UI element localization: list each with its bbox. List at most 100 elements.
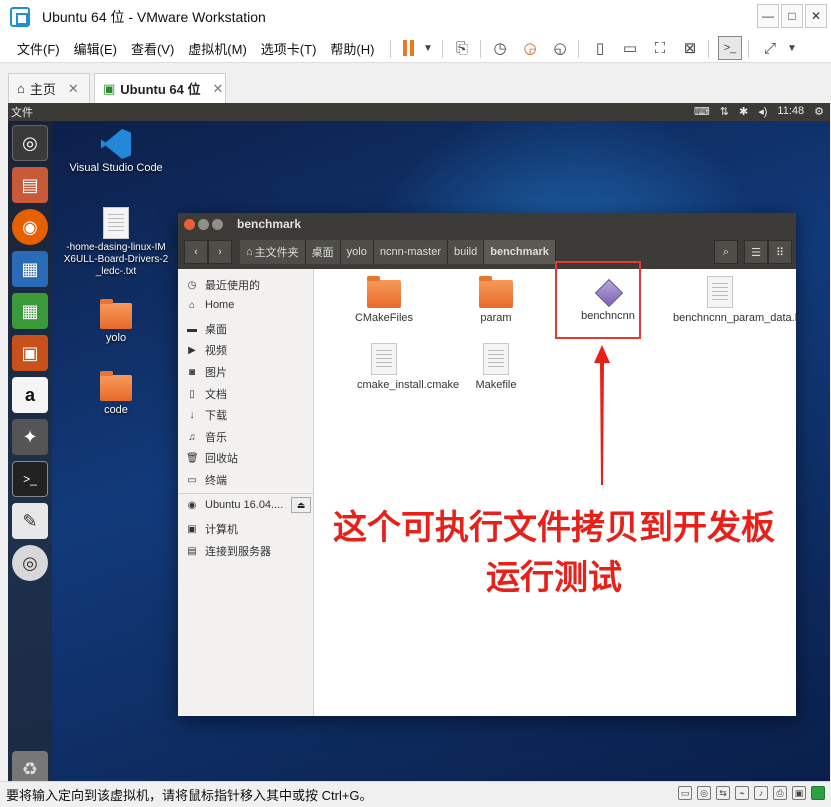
- menu-file[interactable]: 文件(F): [17, 39, 60, 58]
- unity-mode-icon[interactable]: ⊠: [678, 36, 702, 60]
- sidebar-item-documents[interactable]: ▯ 文档: [186, 386, 310, 402]
- send-ctrl-alt-del-icon[interactable]: ⎘: [450, 36, 474, 60]
- menu-edit[interactable]: 编辑(E): [74, 39, 117, 58]
- breadcrumb-current[interactable]: benchmark: [484, 240, 556, 264]
- pause-dropdown-icon[interactable]: ▼: [416, 36, 440, 60]
- file-item-benchncnn-param-data[interactable]: benchncnn_param_data.h: [665, 276, 801, 324]
- terminal-icon[interactable]: >_: [12, 461, 48, 497]
- tab-ubuntu[interactable]: ▣ Ubuntu 64 位 ✕: [94, 73, 226, 103]
- firefox-icon[interactable]: ◉: [12, 209, 48, 245]
- toolbar-separator: [708, 40, 709, 58]
- maximize-icon[interactable]: [212, 218, 223, 230]
- home-icon: ⌂: [17, 81, 25, 96]
- dvd-icon[interactable]: ◎: [12, 545, 48, 581]
- network-adapter-icon[interactable]: ⇆: [716, 786, 730, 800]
- breadcrumb-item[interactable]: ncnn-master: [373, 240, 448, 264]
- list-view-icon: ☰: [751, 246, 761, 259]
- hard-disk-icon[interactable]: ▭: [678, 786, 692, 800]
- libreoffice-calc-icon[interactable]: ▦: [12, 293, 48, 329]
- system-settings-icon[interactable]: ✦: [12, 419, 48, 455]
- volume-icon[interactable]: ◂): [758, 105, 767, 118]
- forward-button[interactable]: ›: [208, 240, 232, 264]
- list-view-button[interactable]: ☰: [744, 240, 768, 264]
- sidebar-item-music[interactable]: ♫ 音乐: [186, 429, 310, 445]
- top-panel-menu[interactable]: 文件: [11, 104, 33, 120]
- thumbnail-bar-icon[interactable]: ▭: [618, 36, 642, 60]
- sidebar-item-recent[interactable]: ◷ 最近使用的: [186, 277, 310, 293]
- tab-home[interactable]: ⌂ 主页 ✕: [8, 73, 90, 103]
- folder-icon: [100, 299, 132, 329]
- back-button[interactable]: ‹: [184, 240, 208, 264]
- sidebar-item-videos[interactable]: ▶ 视频: [186, 342, 310, 358]
- usb-icon[interactable]: ⌁: [735, 786, 749, 800]
- vm-display[interactable]: 文件 ⌨ ⇅ ✱ ◂) 11:48 ⚙ ◎ ▤ ◉ ▦ ▦ ▣ a ✦ >_ ✎…: [8, 103, 830, 781]
- breadcrumb-item[interactable]: build: [447, 240, 485, 264]
- file-name: benchncnn_param_data.h: [673, 312, 801, 324]
- minimize-icon[interactable]: [198, 218, 209, 230]
- cd-dvd-icon[interactable]: ◎: [697, 786, 711, 800]
- sidebar-item-pictures[interactable]: ◙ 图片: [186, 364, 310, 380]
- text-editor-icon[interactable]: ✎: [12, 503, 48, 539]
- toolbar-separator: [480, 40, 481, 58]
- network-icon[interactable]: ⇅: [720, 105, 729, 118]
- desktop-icon-vscode[interactable]: Visual Studio Code: [61, 129, 171, 174]
- desktop-icon-txt[interactable]: -home-dasing-linux-IMX6ULL-Board-Drivers…: [61, 207, 171, 278]
- breadcrumb-item[interactable]: 桌面: [305, 240, 341, 264]
- minimize-button[interactable]: —: [757, 4, 779, 28]
- revert-snapshot-icon[interactable]: ◶: [518, 36, 542, 60]
- stretch-guest-icon[interactable]: ⤢: [758, 36, 782, 60]
- file-item-param[interactable]: param: [441, 276, 551, 324]
- stretch-dropdown-icon[interactable]: ▼: [780, 36, 804, 60]
- annotation-arrow: [594, 345, 610, 485]
- close-icon[interactable]: [184, 218, 195, 230]
- sidebar-toggle-icon[interactable]: ▯: [588, 36, 612, 60]
- file-manager-window: benchmark ‹ › ⌂ 主文件夹 桌面 yolo ncnn-master …: [178, 213, 801, 716]
- maximize-button[interactable]: □: [781, 4, 803, 28]
- desktop-icon-label: yolo: [105, 332, 127, 344]
- amazon-icon[interactable]: a: [12, 377, 48, 413]
- close-button[interactable]: ✕: [805, 4, 827, 28]
- console-view-icon[interactable]: >_: [718, 36, 742, 60]
- download-icon: ↓: [189, 409, 195, 421]
- close-icon[interactable]: ✕: [212, 81, 223, 97]
- breadcrumb-item[interactable]: yolo: [340, 240, 374, 264]
- desktop-icon-code[interactable]: code: [61, 371, 171, 416]
- sidebar-item-desktop[interactable]: ▬ 桌面: [186, 321, 310, 337]
- message-log-icon[interactable]: [811, 786, 825, 800]
- menu-help[interactable]: 帮助(H): [330, 39, 374, 58]
- trash-icon: 🗑: [186, 452, 199, 464]
- keyboard-icon[interactable]: ⌨: [694, 105, 710, 118]
- menubar: 文件(F) 编辑(E) 查看(V) 虚拟机(M) 选项卡(T) 帮助(H) ▼ …: [0, 34, 831, 62]
- sidebar-item-downloads[interactable]: ↓ 下载: [186, 407, 310, 423]
- computer-icon: ▣: [187, 523, 197, 535]
- file-item-cmakefiles[interactable]: CMakeFiles: [329, 276, 439, 324]
- snapshot-manager-icon[interactable]: ◵: [548, 36, 572, 60]
- libreoffice-impress-icon[interactable]: ▣: [12, 335, 48, 371]
- libreoffice-writer-icon[interactable]: ▦: [12, 251, 48, 287]
- desktop-icon-yolo[interactable]: yolo: [61, 299, 171, 344]
- files-icon[interactable]: ▤: [12, 167, 48, 203]
- sound-card-icon[interactable]: ♪: [754, 786, 768, 800]
- search-button[interactable]: ⌕: [714, 240, 738, 264]
- printer-icon[interactable]: ⎙: [773, 786, 787, 800]
- file-item-makefile[interactable]: Makefile: [441, 343, 551, 391]
- toolbar-separator: [442, 40, 443, 58]
- menu-vm[interactable]: 虚拟机(M): [188, 39, 247, 58]
- clock[interactable]: 11:48: [777, 105, 804, 118]
- file-item-cmake-install[interactable]: cmake_install.cmake: [329, 343, 459, 391]
- sidebar-item-home[interactable]: ⌂ Home: [186, 299, 310, 311]
- menu-view[interactable]: 查看(V): [131, 39, 174, 58]
- snapshot-icon[interactable]: ◷: [488, 36, 512, 60]
- sidebar-item-terminal[interactable]: ▭ 终端: [186, 472, 310, 488]
- fullscreen-icon[interactable]: ⛶: [648, 36, 672, 60]
- ubuntu-dash-icon[interactable]: ◎: [12, 125, 48, 161]
- menu-tabs[interactable]: 选项卡(T): [261, 39, 317, 58]
- bluetooth-icon[interactable]: ✱: [739, 105, 748, 118]
- trash-icon[interactable]: ♻: [12, 751, 48, 781]
- grid-view-button[interactable]: ⠿: [768, 240, 792, 264]
- settings-gear-icon[interactable]: ⚙: [814, 105, 824, 118]
- display-icon[interactable]: ▣: [792, 786, 806, 800]
- breadcrumb-home[interactable]: ⌂ 主文件夹: [240, 240, 306, 264]
- close-icon[interactable]: ✕: [68, 81, 79, 97]
- sidebar-item-trash[interactable]: 🗑 回收站: [186, 450, 310, 466]
